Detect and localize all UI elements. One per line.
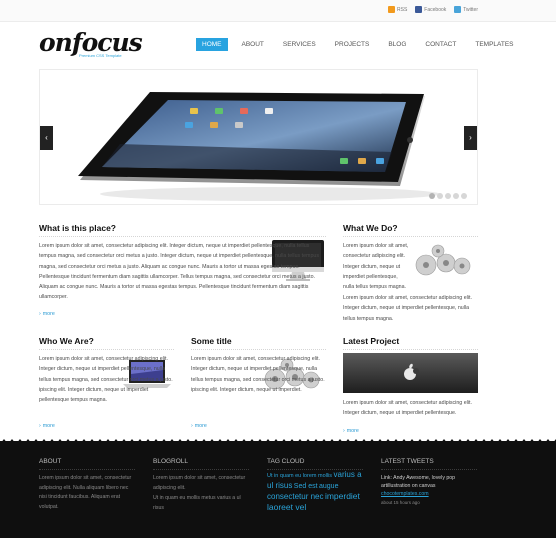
nav-blog[interactable]: BLOG [383, 38, 411, 51]
section-title-some-title: Some title [191, 336, 232, 346]
tag-link[interactable]: augue [319, 483, 338, 490]
nav-services[interactable]: SERVICES [278, 38, 321, 51]
slider-dot-5[interactable] [461, 193, 467, 199]
blogroll-item[interactable]: Lorem ipsum dolor sit amet, consectetur … [153, 474, 249, 493]
tablet-image [78, 92, 440, 201]
tweet-text: Link: Andy Awesome, lovely pop artillust… [381, 475, 456, 489]
tag-link[interactable]: Ut in quam [267, 473, 294, 479]
hero-slider: ‹ › [39, 69, 478, 205]
divider [381, 469, 477, 470]
slider-dot-4[interactable] [453, 193, 459, 199]
site-logo[interactable]: onfocus Premium CSS Template [39, 30, 143, 59]
latest-project-more-link[interactable]: more [343, 428, 359, 434]
footer-title-about: ABOUT [39, 458, 62, 465]
section-title-who-we-are: Who We Are? [39, 336, 94, 346]
slider-dot-1[interactable] [429, 193, 435, 199]
nav-about[interactable]: ABOUT [237, 38, 269, 51]
latest-project-text: Lorem ipsum dolor sit amet, consectetur … [343, 400, 472, 417]
twitter-link[interactable]: Twitter [454, 6, 478, 13]
who-we-are-more-link[interactable]: more [39, 423, 55, 429]
some-title-more-link[interactable]: more [191, 423, 207, 429]
nav-contact[interactable]: CONTACT [420, 38, 461, 51]
divider [39, 349, 174, 350]
facebook-link[interactable]: Facebook [415, 6, 446, 13]
main-nav: HOME ABOUT SERVICES PROJECTS BLOG CONTAC… [196, 38, 528, 51]
section-title-latest-project: Latest Project [343, 336, 400, 346]
some-title-text: Lorem ipsum dolor sit amet, consectetur … [191, 356, 325, 393]
slider-next-button[interactable]: › [464, 126, 477, 150]
gears-image [415, 244, 471, 276]
what-we-do-text-b: Lorem ipsum dolor sit amet, consectetur … [343, 295, 472, 322]
divider [39, 236, 326, 237]
top-bar: RSS Facebook Twitter [0, 0, 556, 22]
divider [39, 469, 135, 470]
what-is-more-link[interactable]: more [39, 311, 55, 317]
social-links: RSS Facebook Twitter [388, 6, 478, 13]
nav-projects[interactable]: PROJECTS [330, 38, 375, 51]
section-title-what-is: What is this place? [39, 223, 116, 233]
divider [343, 349, 478, 350]
footer-about-text: Lorem ipsum dolor sit amet, consectetur … [39, 475, 132, 510]
logo-tagline: Premium CSS Template [79, 53, 122, 58]
blogroll-item[interactable]: Ut in quam eu mollis metus varius a ul r… [153, 494, 249, 513]
divider [343, 236, 478, 237]
tag-link[interactable]: consectetur nec [267, 492, 323, 501]
tag-link[interactable]: Sed est [294, 483, 318, 490]
slider-dot-2[interactable] [437, 193, 443, 199]
twitter-icon [454, 6, 462, 13]
what-is-text: Lorem ipsum dolor sit amet, consectetur … [39, 243, 320, 301]
slider-pagination [429, 193, 467, 199]
footer-title-tag-cloud: TAG CLOUD [267, 458, 305, 465]
tag-cloud: Ut in quam eu lorem mollis varius a ul r… [267, 470, 363, 514]
who-we-are-text: Lorem ipsum dolor sit amet, consectetur … [39, 356, 173, 404]
facebook-icon [415, 6, 423, 13]
rss-link[interactable]: RSS [388, 6, 407, 13]
nav-templates[interactable]: TEMPLATES [470, 38, 518, 51]
footer-title-latest-tweets: LATEST TWEETS [381, 458, 434, 465]
slider-dot-3[interactable] [445, 193, 451, 199]
what-we-do-text-a: Lorem ipsum dolor sit amet, consectetur … [343, 243, 409, 291]
divider [153, 469, 249, 470]
tag-link[interactable]: eu lorem mollis [295, 473, 332, 479]
tweet-time: about 15 hours ago [381, 500, 420, 505]
project-thumbnail[interactable] [343, 353, 478, 393]
rss-icon [388, 6, 396, 13]
divider [191, 349, 326, 350]
section-title-what-we-do: What We Do? [343, 223, 398, 233]
slider-prev-button[interactable]: ‹ [40, 126, 53, 150]
nav-home[interactable]: HOME [196, 38, 228, 51]
footer-title-blogroll: BLOGROLL [153, 458, 189, 465]
